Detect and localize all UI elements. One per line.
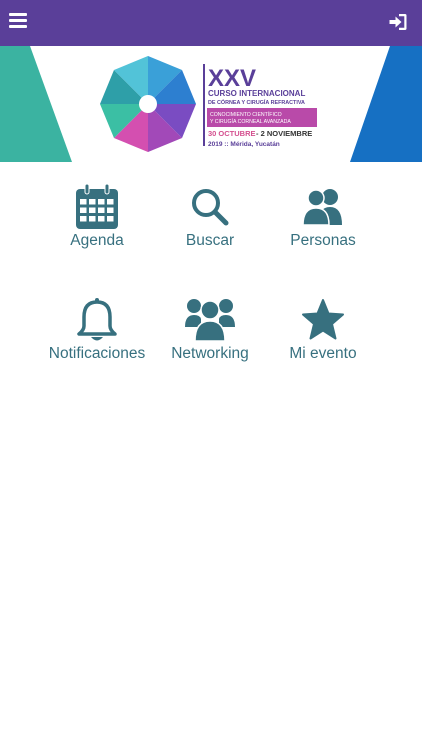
- search-icon: [155, 182, 265, 232]
- banner-date-end: - 2 NOVIEMBRE: [256, 129, 312, 138]
- banner-box-line2: Y CIRUGÍA CORNEAL AVANZADA: [210, 118, 291, 125]
- people-icon: [268, 182, 378, 232]
- banner-graphic: XXV CURSO INTERNACIONAL DE CÓRNEA Y CIRU…: [0, 46, 422, 162]
- menu-item-networking[interactable]: Networking: [155, 295, 265, 385]
- menu-item-label: Agenda: [70, 232, 124, 249]
- event-banner: XXV CURSO INTERNACIONAL DE CÓRNEA Y CIRU…: [0, 46, 422, 162]
- menu-item-buscar[interactable]: Buscar: [155, 182, 265, 272]
- hamburger-menu-icon[interactable]: [9, 13, 27, 29]
- banner-place: 2019 :: Mérida, Yucatán: [208, 141, 280, 148]
- group-icon: [155, 295, 265, 345]
- event-logo-mark: [100, 56, 196, 152]
- star-icon: [268, 295, 378, 345]
- menu-item-personas[interactable]: Personas: [268, 182, 378, 272]
- banner-box-line1: CONOCIMIENTO CIENTÍFICO: [210, 111, 282, 118]
- banner-date-start: 30 OCTUBRE: [208, 129, 256, 138]
- menu-item-notificaciones[interactable]: Notificaciones: [42, 295, 152, 385]
- menu-item-label: Buscar: [185, 232, 235, 249]
- banner-title-line2: DE CÓRNEA Y CIRUGÍA REFRACTIVA: [208, 98, 305, 106]
- app-header: [0, 0, 422, 46]
- banner-title-line1: CURSO INTERNACIONAL: [208, 89, 305, 98]
- menu-item-agenda[interactable]: Agenda: [42, 182, 152, 272]
- calendar-icon: [42, 182, 152, 232]
- menu-item-mi-evento[interactable]: Mi evento: [268, 295, 378, 385]
- sign-in-icon[interactable]: [388, 12, 408, 32]
- menu-item-label: Networking: [171, 345, 249, 362]
- menu-item-label: Personas: [290, 232, 356, 249]
- bell-icon: [42, 295, 152, 345]
- banner-numeral: XXV: [208, 65, 256, 92]
- menu-item-label: Mi evento: [289, 345, 357, 362]
- menu-item-label: Notificaciones: [48, 345, 146, 362]
